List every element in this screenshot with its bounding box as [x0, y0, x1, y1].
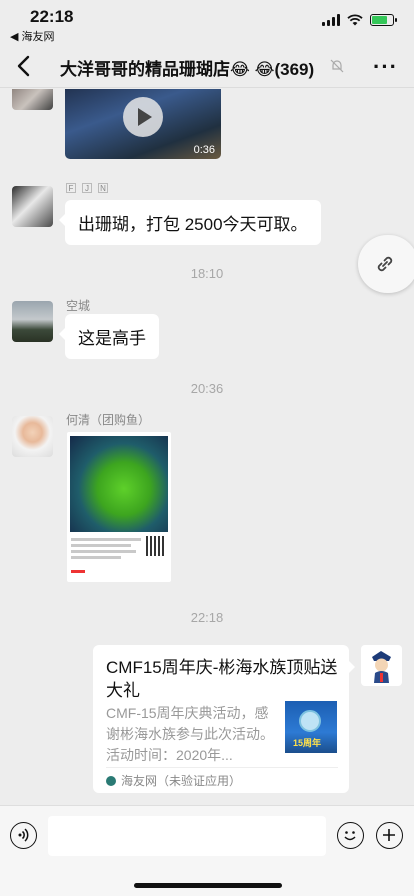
- sender-name: 何清（团购鱼）: [66, 413, 151, 427]
- app-logo-icon: [106, 775, 116, 786]
- avatar[interactable]: [12, 186, 53, 227]
- play-icon[interactable]: [123, 97, 163, 137]
- more-dots-icon[interactable]: ···: [373, 54, 398, 80]
- chevron-left-icon[interactable]: [14, 54, 36, 78]
- cellular-signal-icon: [322, 13, 340, 26]
- text-message[interactable]: 这是高手: [59, 314, 159, 359]
- emoji-icon[interactable]: [337, 822, 364, 849]
- member-tags: F J N: [66, 183, 108, 193]
- avatar[interactable]: [361, 645, 402, 686]
- divider: [106, 767, 338, 768]
- card-title: CMF15周年庆-彬海水族顶贴送大礼: [106, 658, 338, 700]
- avatar[interactable]: [12, 416, 53, 457]
- message-input[interactable]: [48, 816, 326, 856]
- battery-icon: [370, 13, 397, 26]
- police-cartoon-icon: [372, 651, 391, 683]
- timestamp: 20:36: [190, 381, 224, 396]
- wifi-icon: [347, 13, 363, 25]
- chat-area[interactable]: 0:36 F J N 出珊瑚，打包 2500今天可取。 18:10 空城 这是高…: [0, 89, 414, 805]
- avatar[interactable]: [12, 301, 53, 342]
- timestamp: 22:18: [190, 610, 224, 625]
- chat-header: 大洋哥哥的精品珊瑚店😂 😂(369) ···: [0, 44, 414, 88]
- home-indicator: [134, 883, 282, 888]
- bell-off-icon: [330, 59, 344, 73]
- status-icons: [322, 13, 397, 26]
- plus-icon[interactable]: [376, 822, 403, 849]
- poster-text-lines: [71, 538, 141, 562]
- image-message[interactable]: [67, 432, 171, 582]
- member-tag: F: [66, 183, 76, 193]
- video-message[interactable]: 0:36: [65, 89, 221, 159]
- link-icon: [377, 256, 393, 272]
- qr-code-icon: [146, 536, 166, 556]
- thumb-text: 15周年: [293, 738, 322, 748]
- card-source: 海友网（未验证应用）: [106, 772, 241, 789]
- timestamp: 18:10: [190, 266, 224, 281]
- avatar[interactable]: [12, 89, 53, 110]
- status-bar: 22:18 ◀ 海友网: [0, 0, 414, 44]
- voice-icon[interactable]: [10, 822, 37, 849]
- shared-link-card[interactable]: CMF15周年庆-彬海水族顶贴送大礼 CMF-15周年庆典活动，感谢彬海水族参与…: [93, 645, 355, 793]
- text-message[interactable]: 出珊瑚，打包 2500今天可取。: [59, 200, 321, 245]
- card-thumbnail: 15周年: [285, 701, 337, 753]
- chat-title: 大洋哥哥的精品珊瑚店😂 😂(369): [60, 60, 315, 79]
- card-description: CMF-15周年庆典活动，感谢彬海水族参与此次活动。活动时间：2020年...: [106, 705, 274, 763]
- floating-link-button[interactable]: [358, 235, 414, 293]
- back-to-app-link[interactable]: ◀ 海友网: [10, 28, 55, 44]
- member-tag: N: [98, 183, 108, 193]
- coral-photo: [70, 436, 168, 532]
- poster-red-mark: [71, 570, 85, 573]
- card-source-label: 海友网（未验证应用）: [121, 774, 242, 788]
- member-tag: J: [82, 183, 92, 193]
- video-duration: 0:36: [193, 144, 215, 156]
- status-time: 22:18: [30, 7, 74, 26]
- sender-name: 空城: [66, 299, 91, 313]
